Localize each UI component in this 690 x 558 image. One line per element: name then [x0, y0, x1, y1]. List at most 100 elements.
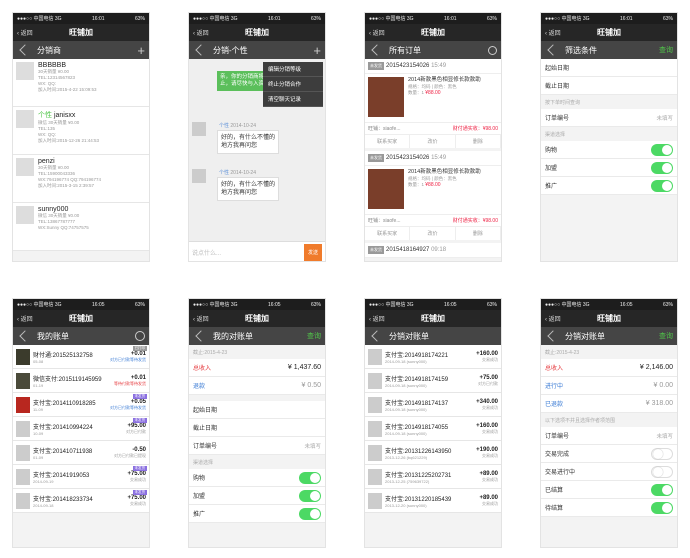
chevron-left-icon[interactable]: [547, 44, 559, 56]
search-icon[interactable]: [488, 45, 497, 55]
contact-buyer-button[interactable]: 联系买家: [365, 227, 411, 240]
contact-buyer-button[interactable]: 联系买家: [365, 135, 411, 148]
order-number-row[interactable]: 订单编号 未填写: [541, 109, 677, 127]
order-card[interactable]: 未发货 2015418164927 09:18: [365, 243, 501, 258]
toggle-switch[interactable]: [299, 507, 321, 520]
end-date-row[interactable]: 截止日期: [189, 419, 325, 437]
list-item[interactable]: BBBBBB 30天销量 ¥0.00 TEL:12314567823 WX: QQ: 加…: [13, 59, 149, 107]
list-item[interactable]: 支付宝:201410711938 01-09 -0.50 对方已付款已提现: [13, 441, 149, 465]
back-button[interactable]: ‹ 返回: [369, 28, 385, 37]
change-price-button[interactable]: 改价: [410, 227, 456, 240]
send-button[interactable]: 发送: [303, 244, 322, 261]
toggle-switch[interactable]: [651, 161, 673, 174]
menu-item-clear-chat[interactable]: 清空聊天记录: [263, 92, 323, 107]
toggle-switch[interactable]: [651, 465, 673, 478]
chevron-left-icon[interactable]: [195, 330, 207, 342]
bill-status: 对方已付款: [478, 380, 498, 386]
list-item[interactable]: 支付宝:2014918174055 2014-09-18 (sunny000) +1…: [365, 417, 501, 441]
menu-item-terminate[interactable]: 终止分销合作: [263, 77, 323, 92]
start-date-row[interactable]: 起始日期: [189, 401, 325, 419]
clock: 16:01: [268, 15, 281, 22]
carrier: ●●●○○ 中国电信 3G: [545, 16, 590, 22]
list-item[interactable]: penzi 30天销量 ¥0.00 TEL:15900043336 WX:794196…: [13, 155, 149, 203]
page-header: 分销-个性 +: [189, 41, 325, 59]
list-item[interactable]: 支付宝:20131225202731 2013-12-25 (759639722)…: [365, 465, 501, 489]
end-date-label: 截止日期: [545, 84, 570, 90]
app-bar: ‹ 返回 旺铺加: [365, 310, 501, 327]
order-number-row[interactable]: 订单编号 未填写: [541, 427, 677, 445]
list-item[interactable]: 支付宝:2014918174137 2014-09-18 (sunny000) +3…: [365, 393, 501, 417]
list-item[interactable]: sunny000 微信 30天销量 ¥0.00 TEL:13867787777 WX:…: [13, 203, 149, 251]
end-date-row[interactable]: 截止日期: [541, 77, 677, 95]
status-bar: ●●●○○ 中国电信 3G 16:01 63%: [365, 13, 501, 24]
chevron-left-icon[interactable]: [371, 44, 383, 56]
back-button[interactable]: ‹ 返回: [545, 28, 561, 37]
chevron-left-icon[interactable]: [195, 44, 207, 56]
pending-row: 进行中 ¥ 0.00: [541, 377, 677, 395]
change-price-button[interactable]: 改价: [410, 135, 456, 148]
list-item[interactable]: 支付宝:201418233734 2014-09-18 +75.00 交易成功 未发货: [13, 489, 149, 513]
menu-item-edit-level[interactable]: 编辑分销等级: [263, 62, 323, 77]
app-bar: ‹ 返回 旺铺加: [365, 24, 501, 41]
list-item[interactable]: 支付宝:20141919053 2014-09-19 +75.00 交易成功 未发货: [13, 465, 149, 489]
back-button[interactable]: ‹ 返回: [193, 28, 209, 37]
toggle-switch[interactable]: [651, 179, 673, 192]
user-tag: 个性: [38, 112, 52, 119]
chevron-left-icon[interactable]: [371, 330, 383, 342]
order-list: 未发货 2015423154026 15:49 2014新款黑色相显修长款款助 规格…: [365, 59, 501, 261]
filter-form: 起始日期 截止日期 按下单时间查询 订单编号 未填写 渠道选择 购物 加盟 推广: [541, 59, 677, 261]
bill-title: 支付宝:20131220185439: [385, 496, 452, 503]
start-date-row[interactable]: 起始日期: [541, 59, 677, 77]
cutoff-date: 截止:2015-4-23: [193, 349, 228, 356]
status-badge: 未发货: [368, 246, 384, 254]
query-button[interactable]: 查询: [659, 45, 673, 55]
order-body: 2014新款黑色相显修长款款助 规格：均码 | 颜色：黑色 数量：1 ¥88.00: [365, 74, 501, 122]
status-badge: 未发货: [368, 62, 384, 70]
chevron-left-icon[interactable]: [547, 330, 559, 342]
list-item[interactable]: 支付宝:2014110918285 11-09 +0.05 对方已付款等待发货 未发货: [13, 393, 149, 417]
bill-status: 交易成功: [482, 452, 498, 458]
chat-message: 好的，有什么不懂的地方我再问您: [217, 177, 279, 201]
back-button[interactable]: ‹ 返回: [545, 314, 561, 323]
toggle-switch[interactable]: [651, 483, 673, 496]
list-item[interactable]: 微信支付:2015119145959 01-19 +0.01 等待付款等待发货: [13, 369, 149, 393]
query-button[interactable]: 查询: [307, 331, 321, 341]
chevron-left-icon[interactable]: [19, 44, 31, 56]
back-button[interactable]: ‹ 返回: [369, 314, 385, 323]
order-number-row[interactable]: 订单编号 未填写: [189, 437, 325, 455]
chat-input[interactable]: 说点什么...: [192, 248, 221, 257]
clock-icon[interactable]: [135, 331, 145, 341]
list-item[interactable]: 支付宝:201410994224 10-09 +95.00 对方已付款 未发货: [13, 417, 149, 441]
toggle-switch[interactable]: [299, 489, 321, 502]
order-card[interactable]: 未发货 2015423154026 15:49 2014新款黑色相显修长款款助 规格…: [365, 59, 501, 148]
statement-filter: 截止:2015-4-23 总收入 ¥ 2,146.00 进行中 ¥ 0.00 已退款…: [541, 345, 677, 547]
bill-date: 05-08: [33, 358, 44, 364]
list-item[interactable]: 个性 janisxx 微信 30天销量 ¥0.00 TEL:135 WX: QQ: 加入…: [13, 107, 149, 155]
list-item[interactable]: 支付宝:2014918174159 2014-09-18 (sunny000) +7…: [365, 369, 501, 393]
plus-icon[interactable]: +: [313, 43, 321, 58]
toggle-switch[interactable]: [651, 501, 673, 514]
toggle-switch[interactable]: [651, 447, 673, 460]
back-button[interactable]: ‹ 返回: [17, 314, 33, 323]
list-item[interactable]: 支付宝:2014918174221 2014-09-18 (sunny000) +1…: [365, 345, 501, 369]
battery: 63%: [662, 301, 673, 308]
bill-status: 交易成功: [482, 404, 498, 410]
query-button[interactable]: 查询: [659, 331, 673, 341]
delete-button[interactable]: 删除: [456, 135, 501, 148]
avatar: [192, 169, 206, 183]
order-card[interactable]: 未发货 2015423154026 15:49 2014新款黑色相显修长款款助 规格…: [365, 151, 501, 240]
back-button[interactable]: ‹ 返回: [17, 28, 33, 37]
toggle-switch[interactable]: [299, 471, 321, 484]
status-badge: 已打印: [132, 346, 147, 351]
delete-button[interactable]: 删除: [456, 227, 501, 240]
battery: 63%: [310, 15, 321, 22]
plus-icon[interactable]: +: [137, 43, 145, 58]
toggle-switch[interactable]: [651, 143, 673, 156]
product-thumb: [16, 444, 30, 461]
chevron-left-icon[interactable]: [19, 330, 31, 342]
bill-title: 支付宝:201410994224: [33, 424, 93, 431]
list-item[interactable]: 财付通:201525132758 05-08 +0.01 对方已付款等待发货 已打印: [13, 345, 149, 369]
list-item[interactable]: 支付宝:20131226143950 2013-12-26 (bq621229) +…: [365, 441, 501, 465]
list-item[interactable]: 支付宝:20131220185439 2013-12-20 (sunny000) +…: [365, 489, 501, 513]
back-button[interactable]: ‹ 返回: [193, 314, 209, 323]
